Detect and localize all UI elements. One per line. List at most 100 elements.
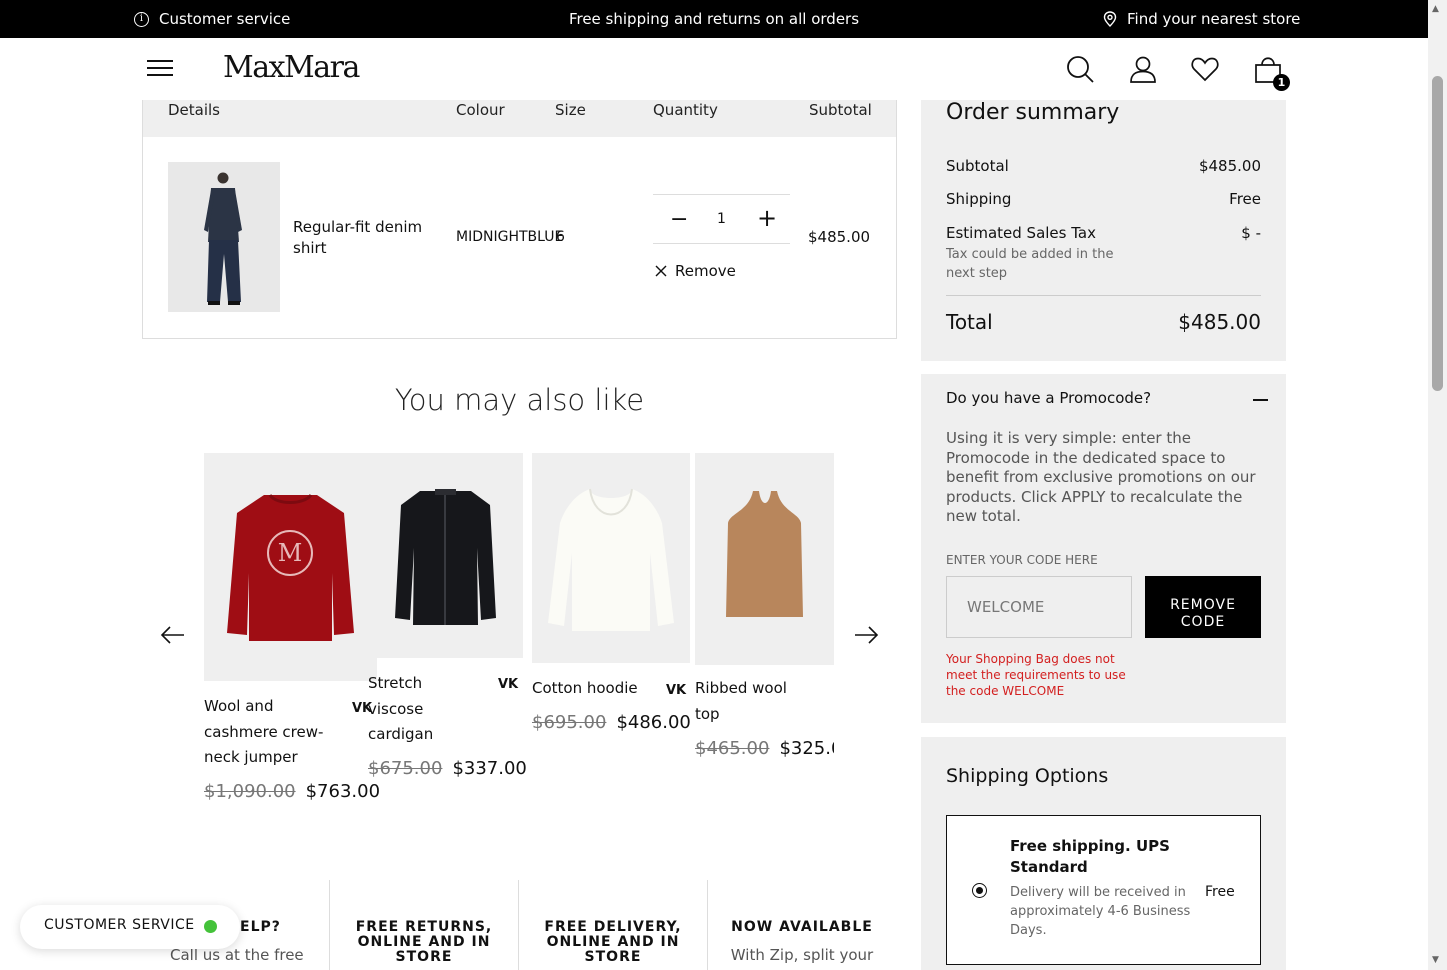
- product-card-name[interactable]: Wool and cashmere crew-neck jumper: [204, 694, 334, 771]
- shipping-option-card[interactable]: Free shipping. UPS Standard Delivery wil…: [946, 815, 1261, 965]
- increase-quantity-button[interactable]: +: [757, 204, 777, 232]
- product-card-image[interactable]: [695, 453, 834, 665]
- promocode-input[interactable]: [946, 576, 1132, 638]
- remove-item-button[interactable]: Remove: [655, 262, 736, 280]
- column-quantity: Quantity: [653, 101, 718, 119]
- recommendations-title: You may also like: [394, 383, 645, 417]
- page-scrollbar[interactable]: ▲ ▼: [1428, 0, 1447, 970]
- sale-price: $763.00: [305, 781, 381, 802]
- original-price: $695.00: [532, 712, 607, 733]
- summary-subtotal-row: Subtotal $485.00: [946, 157, 1261, 175]
- shipping-options-panel: Shipping Options Free shipping. UPS Stan…: [921, 737, 1286, 970]
- tax-note: Tax could be added in the next step: [946, 247, 1114, 281]
- brand-logo[interactable]: MaxMara: [223, 50, 360, 85]
- online-status-dot: [204, 920, 217, 933]
- product-card-price: $695.00 $486.00: [532, 712, 691, 733]
- shipping-option-price: Free: [1205, 884, 1235, 900]
- footer-returns-heading: FREE RETURNS, ONLINE AND IN STORE: [355, 919, 493, 965]
- cart-table: Details Colour Size Quantity Subtotal Re…: [142, 100, 897, 339]
- scrollbar-thumb[interactable]: [1432, 76, 1443, 391]
- carousel-prev-arrow-icon[interactable]: [158, 620, 188, 650]
- shipping-option-name: Free shipping. UPS Standard: [1010, 837, 1170, 876]
- tax-value: $ -: [1241, 224, 1261, 242]
- search-icon[interactable]: [1065, 54, 1095, 84]
- sale-price: $337.00: [452, 758, 527, 779]
- tax-label: Estimated Sales Tax: [946, 224, 1096, 242]
- carousel-next-arrow-icon[interactable]: [851, 620, 881, 650]
- order-summary-title: Order summary: [946, 100, 1120, 125]
- remove-code-label-line1: REMOVE: [1170, 596, 1236, 613]
- store-locator-link[interactable]: Find your nearest store: [1103, 10, 1300, 28]
- footer-zip-heading: NOW AVAILABLE: [731, 919, 873, 935]
- collapse-minus-icon[interactable]: [1253, 399, 1268, 401]
- product-card: Ribbed wool top $465.00 $325.00: [695, 453, 834, 783]
- cart-count-badge: 1: [1273, 74, 1290, 91]
- footer-help-heading: ELP?: [240, 919, 281, 935]
- original-price: $1,090.00: [204, 781, 296, 802]
- original-price: $465.00: [695, 738, 770, 759]
- vk-icon: VK: [498, 677, 519, 692]
- remove-code-button[interactable]: REMOVE CODE: [1145, 576, 1261, 638]
- column-colour: Colour: [456, 101, 505, 119]
- vk-icon: VK: [666, 683, 687, 698]
- shipping-option-description: Delivery will be received in approximate…: [1010, 885, 1191, 938]
- sale-price: $486.00: [616, 712, 691, 733]
- shipping-label: Shipping: [946, 190, 1012, 208]
- quantity-stepper[interactable]: − 1 +: [653, 194, 790, 244]
- promocode-panel: Do you have a Promocode? Using it is ver…: [921, 374, 1286, 723]
- product-colour: MIDNIGHTBLUE: [456, 229, 564, 245]
- subtotal-label: Subtotal: [946, 157, 1009, 175]
- product-thumbnail[interactable]: [168, 162, 280, 312]
- promocode-question[interactable]: Do you have a Promocode?: [946, 389, 1151, 407]
- original-price: $675.00: [368, 758, 443, 779]
- footer-divider: [707, 880, 708, 970]
- close-icon: [655, 265, 667, 277]
- subtotal-value: $485.00: [1198, 157, 1261, 175]
- quantity-value: 1: [717, 211, 726, 227]
- column-details: Details: [168, 101, 221, 119]
- scroll-down-icon[interactable]: ▼: [1432, 955, 1439, 965]
- column-subtotal: Subtotal: [809, 101, 872, 119]
- chat-label: CUSTOMER SERVICE: [44, 917, 195, 933]
- product-card-image[interactable]: M: [204, 453, 377, 681]
- product-card-image[interactable]: [368, 453, 523, 658]
- product-card-image[interactable]: [532, 453, 690, 663]
- scroll-up-icon[interactable]: ▲: [1432, 4, 1439, 14]
- promocode-error-message: Your Shopping Bag does not meet the requ…: [946, 652, 1126, 698]
- footer-delivery-heading: FREE DELIVERY, ONLINE AND IN STORE: [544, 919, 682, 965]
- column-size: Size: [555, 101, 586, 119]
- remove-label: Remove: [675, 262, 736, 280]
- account-icon[interactable]: [1128, 54, 1158, 84]
- customer-service-chat-button[interactable]: CUSTOMER SERVICE: [20, 905, 240, 949]
- product-card-name[interactable]: Stretch viscose cardigan: [368, 671, 478, 748]
- store-locator-label: Find your nearest store: [1127, 10, 1301, 28]
- summary-divider: [946, 295, 1261, 296]
- summary-shipping-row: Shipping Free: [946, 190, 1261, 208]
- summary-total-row: Total $485.00: [946, 310, 1261, 334]
- shipping-option-radio[interactable]: [972, 883, 987, 898]
- footer-divider: [518, 880, 519, 970]
- total-label: Total: [946, 310, 993, 334]
- promocode-input-label: ENTER YOUR CODE HERE: [946, 553, 1098, 567]
- product-card-price: $675.00 $337.00: [368, 758, 527, 779]
- site-header: MaxMara 1: [0, 38, 1428, 100]
- product-card-name[interactable]: Cotton hoodie: [532, 676, 652, 702]
- location-pin-icon: [1103, 11, 1117, 27]
- promocode-description: Using it is very simple: enter the Promo…: [946, 429, 1256, 525]
- sale-price: $325.00: [779, 738, 834, 759]
- cart-table-header: Details Colour Size Quantity Subtotal: [143, 100, 896, 137]
- wishlist-heart-icon[interactable]: [1190, 54, 1220, 84]
- product-card-price: $465.00 $325.00: [695, 738, 834, 759]
- shipping-value: Free: [1229, 190, 1261, 208]
- menu-icon[interactable]: [147, 60, 173, 78]
- product-card-name[interactable]: Ribbed wool top: [695, 676, 805, 727]
- top-announcement-bar: i Customer service Free shipping and ret…: [0, 0, 1428, 38]
- decrease-quantity-button[interactable]: −: [670, 207, 688, 232]
- product-card-price: $1,090.00 $763.00: [204, 781, 380, 802]
- product-name[interactable]: Regular-fit denim shirt: [293, 217, 433, 259]
- remove-code-label-line2: CODE: [1180, 613, 1226, 630]
- svg-text:M: M: [278, 539, 303, 567]
- total-value: $485.00: [1178, 310, 1261, 334]
- order-summary-panel: Order summary Subtotal $485.00 Shipping …: [921, 100, 1286, 361]
- item-subtotal: $485.00: [808, 228, 871, 246]
